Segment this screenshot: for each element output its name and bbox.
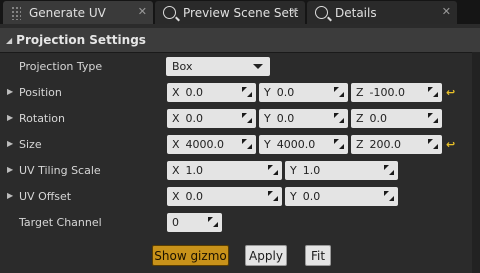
uv-tiling-y-field[interactable]: Y 1.0 — [285, 161, 398, 180]
row-position: ▶ Position X 0.0 Y 0.0 Z -100.0 ↩ — [0, 80, 472, 106]
expand-arrow-icon[interactable]: ▶ — [7, 113, 13, 122]
axis-label: X — [172, 112, 180, 125]
field-value: 4000.0 — [276, 138, 316, 151]
axis-label: X — [172, 138, 180, 151]
close-icon[interactable]: ✕ — [442, 5, 451, 18]
property-label: Projection Type — [19, 60, 103, 73]
tab-bar: Generate UV ✕ Preview Scene Sett ✕ Detai… — [0, 0, 480, 24]
field-value: 1.0 — [185, 164, 204, 177]
field-value: 0.0 — [276, 86, 295, 99]
size-x-field[interactable]: X 4000.0 — [167, 135, 256, 154]
axis-label: Z — [356, 112, 364, 125]
drag-handle-icon[interactable] — [428, 87, 438, 97]
size-y-field[interactable]: Y 4000.0 — [259, 135, 348, 154]
field-value: 1.0 — [302, 164, 321, 177]
reset-to-default-icon[interactable]: ↩ — [446, 138, 455, 151]
tab-preview-scene-settings[interactable]: Preview Scene Sett ✕ — [155, 1, 305, 24]
row-rotation: ▶ Rotation X 0.0 Y 0.0 Z 0.0 — [0, 106, 472, 132]
drag-handle-icon[interactable] — [334, 113, 344, 123]
field-value: 200.0 — [369, 138, 402, 151]
axis-label: Z — [356, 138, 364, 151]
drag-handle-icon[interactable] — [208, 217, 218, 227]
row-projection-type: Projection Type Box — [0, 54, 472, 80]
grip-icon — [11, 5, 21, 20]
expand-arrow-icon[interactable]: ▶ — [7, 139, 13, 148]
field-value: 0 — [172, 216, 179, 229]
axis-label: X — [172, 164, 180, 177]
uv-tiling-x-field[interactable]: X 1.0 — [167, 161, 282, 180]
row-uv-offset: ▶ UV Offset X 0.0 Y 0.0 — [0, 184, 472, 210]
tab-label: Generate UV — [29, 5, 106, 20]
apply-button[interactable]: Apply — [245, 245, 287, 266]
chevron-down-icon — [253, 64, 263, 69]
expand-arrow-icon[interactable]: ▶ — [7, 165, 13, 174]
property-label: Target Channel — [19, 216, 102, 229]
field-value: 0.0 — [369, 112, 388, 125]
property-label: Position — [19, 86, 62, 99]
row-uv-tiling-scale: ▶ UV Tiling Scale X 1.0 Y 1.0 — [0, 158, 472, 184]
axis-label: X — [172, 86, 180, 99]
axis-label: Y — [290, 164, 297, 177]
close-icon[interactable]: ✕ — [138, 5, 147, 18]
position-z-field[interactable]: Z -100.0 — [351, 83, 442, 102]
tab-generate-uv[interactable]: Generate UV ✕ — [3, 1, 153, 24]
rotation-x-field[interactable]: X 0.0 — [167, 109, 256, 128]
drag-handle-icon[interactable] — [334, 87, 344, 97]
rotation-y-field[interactable]: Y 0.0 — [259, 109, 348, 128]
uv-offset-y-field[interactable]: Y 0.0 — [285, 187, 398, 206]
drag-handle-icon[interactable] — [384, 191, 394, 201]
expand-arrow-icon[interactable]: ▶ — [7, 191, 13, 200]
property-label: UV Tiling Scale — [19, 164, 101, 177]
field-value: 0.0 — [185, 112, 204, 125]
field-value: 0.0 — [302, 190, 321, 203]
scrollbar[interactable] — [472, 52, 480, 273]
axis-label: Y — [264, 86, 271, 99]
position-x-field[interactable]: X 0.0 — [167, 83, 256, 102]
drag-handle-icon[interactable] — [242, 139, 252, 149]
magnifier-icon — [163, 6, 176, 19]
fit-button[interactable]: Fit — [305, 245, 331, 266]
drag-handle-icon[interactable] — [428, 113, 438, 123]
drag-handle-icon[interactable] — [428, 139, 438, 149]
property-label: Size — [19, 138, 42, 151]
drag-handle-icon[interactable] — [334, 139, 344, 149]
uv-offset-x-field[interactable]: X 0.0 — [167, 187, 282, 206]
dropdown-value: Box — [172, 60, 193, 73]
close-icon[interactable]: ✕ — [290, 5, 299, 18]
axis-label: Y — [264, 112, 271, 125]
reset-to-default-icon[interactable]: ↩ — [446, 86, 455, 99]
axis-label: Z — [356, 86, 364, 99]
magnifier-icon — [315, 6, 328, 19]
field-value: -100.0 — [369, 86, 406, 99]
size-z-field[interactable]: Z 200.0 — [351, 135, 442, 154]
drag-handle-icon[interactable] — [268, 165, 278, 175]
tab-label: Details — [335, 5, 377, 20]
projection-type-dropdown[interactable]: Box — [166, 57, 270, 76]
row-size: ▶ Size X 4000.0 Y 4000.0 Z 200.0 ↩ — [0, 132, 472, 158]
property-label: UV Offset — [19, 190, 72, 203]
field-value: 0.0 — [185, 190, 204, 203]
rotation-z-field[interactable]: Z 0.0 — [351, 109, 442, 128]
tab-details[interactable]: Details ✕ — [307, 1, 457, 24]
section-title: Projection Settings — [16, 33, 146, 47]
drag-handle-icon[interactable] — [268, 191, 278, 201]
section-header-projection-settings[interactable]: ◢ Projection Settings — [0, 28, 480, 53]
target-channel-field[interactable]: 0 — [167, 213, 222, 232]
axis-label: X — [172, 190, 180, 203]
row-target-channel: Target Channel 0 — [0, 210, 472, 236]
expand-arrow-icon[interactable]: ▶ — [7, 87, 13, 96]
drag-handle-icon[interactable] — [384, 165, 394, 175]
field-value: 4000.0 — [185, 138, 225, 151]
collapse-arrow-icon: ◢ — [6, 35, 13, 45]
tab-label: Preview Scene Sett — [183, 5, 299, 20]
drag-handle-icon[interactable] — [242, 87, 252, 97]
axis-label: Y — [264, 138, 271, 151]
property-label: Rotation — [19, 112, 66, 125]
show-gizmo-button[interactable]: Show gizmo — [152, 245, 229, 266]
position-y-field[interactable]: Y 0.0 — [259, 83, 348, 102]
field-value: 0.0 — [185, 86, 204, 99]
drag-handle-icon[interactable] — [242, 113, 252, 123]
axis-label: Y — [290, 190, 297, 203]
field-value: 0.0 — [276, 112, 295, 125]
